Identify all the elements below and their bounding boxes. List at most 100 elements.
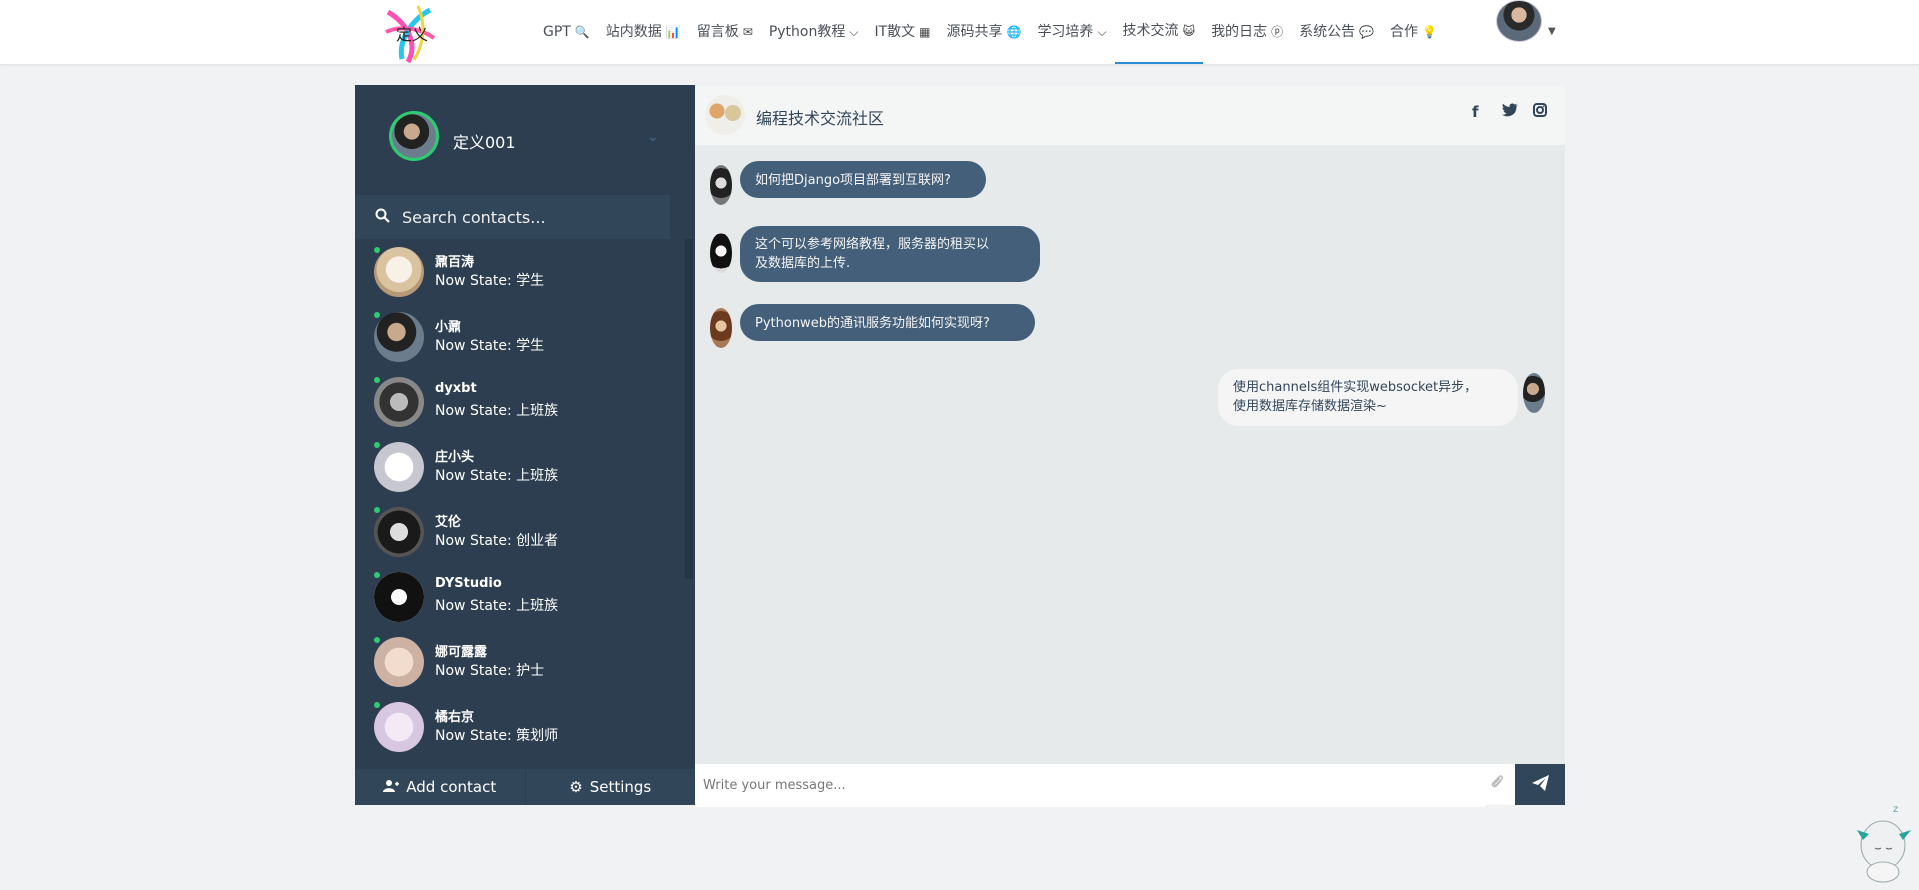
logo-text: 定义 bbox=[396, 25, 428, 44]
profile-name: 定义001 bbox=[453, 133, 516, 152]
chat-frame: 定义001 ⌄ 鼐百涛 Now State: 学生 小鼐 Now State: … bbox=[355, 85, 1565, 807]
contact-item[interactable]: 小鼐 Now State: 学生 bbox=[355, 304, 695, 369]
contact-avatar bbox=[374, 312, 424, 362]
contact-name: DYStudio bbox=[435, 576, 502, 591]
chevron-down-icon[interactable]: ⌄ bbox=[647, 129, 659, 145]
chat-avatar bbox=[705, 95, 745, 135]
profile-avatar[interactable] bbox=[389, 111, 439, 161]
contact-avatar bbox=[374, 442, 424, 492]
contact-item[interactable]: DYStudio Now State: 上班族 bbox=[355, 564, 695, 629]
online-status-dot bbox=[374, 247, 380, 253]
instagram-icon[interactable] bbox=[1533, 103, 1547, 121]
nav-label: 源码共享 bbox=[946, 24, 1003, 40]
online-status-dot bbox=[374, 572, 380, 578]
contact-item[interactable]: 鼐百涛 Now State: 学生 bbox=[355, 239, 695, 304]
online-status-dot bbox=[374, 702, 380, 708]
message-line: 使用channels组件实现websocket异步， bbox=[1233, 380, 1478, 395]
contact-avatar bbox=[374, 572, 424, 622]
nav-item-my-log[interactable]: 我的日志 ⓟ bbox=[1203, 0, 1291, 64]
paperclip-icon[interactable] bbox=[1490, 774, 1504, 794]
contact-search bbox=[355, 195, 670, 239]
message-bubble: 使用channels组件实现websocket异步， 使用数据库存储数据渲染~ bbox=[1218, 369, 1518, 426]
contact-state: Now State: 学生 bbox=[435, 273, 545, 289]
contact-list: 鼐百涛 Now State: 学生 小鼐 Now State: 学生 dyxbt… bbox=[355, 239, 695, 761]
message-line: 及数据库的上传. bbox=[755, 256, 851, 271]
contact-state: Now State: 策划师 bbox=[435, 728, 559, 744]
caret-down-icon[interactable]: ▼ bbox=[1548, 26, 1556, 37]
nav-label: 留言板 bbox=[696, 24, 739, 40]
nav-item-guestbook[interactable]: 留言板 ✉ bbox=[689, 0, 761, 64]
github-cat-icon: 😺 bbox=[1182, 24, 1196, 38]
message-list: 如何把Django项目部署到互联网? 这个可以参考网络教程，服务器的租买以 及数… bbox=[695, 145, 1565, 765]
contact-item[interactable]: 娜可露露 Now State: 护士 bbox=[355, 629, 695, 694]
contact-avatar bbox=[374, 637, 424, 687]
contact-name: 娜可露露 bbox=[435, 645, 488, 660]
contact-item[interactable]: 庄小头 Now State: 上班族 bbox=[355, 434, 695, 499]
contact-name: 庄小头 bbox=[435, 450, 475, 465]
contact-state: Now State: 护士 bbox=[435, 663, 545, 679]
message-composer bbox=[695, 764, 1565, 807]
message-avatar bbox=[1523, 373, 1545, 413]
add-contact-label: Add contact bbox=[406, 778, 497, 796]
nav-label: 合作 bbox=[1390, 24, 1419, 40]
sidebar: 定义001 ⌄ 鼐百涛 Now State: 学生 小鼐 Now State: … bbox=[355, 85, 695, 805]
nav-item-cooperation[interactable]: 合作 💡 bbox=[1382, 0, 1445, 64]
contact-name: dyxbt bbox=[435, 381, 477, 396]
message-avatar bbox=[710, 308, 732, 348]
nav-item-source-share[interactable]: 源码共享 🌐 bbox=[938, 0, 1029, 64]
contact-avatar bbox=[374, 702, 424, 752]
contact-state: Now State: 上班族 bbox=[435, 403, 559, 419]
nav-label: IT散文 bbox=[874, 24, 916, 40]
nav-item-learning[interactable]: 学习培养 ⌵ bbox=[1029, 0, 1114, 64]
nav-label: 学习培养 bbox=[1037, 24, 1094, 40]
online-status-dot bbox=[374, 312, 380, 318]
settings-button[interactable]: ⚙ Settings bbox=[526, 769, 696, 805]
send-button[interactable] bbox=[1515, 764, 1565, 805]
settings-label: Settings bbox=[589, 778, 652, 796]
nav-item-gpt[interactable]: GPT 🔍 bbox=[535, 0, 598, 64]
site-logo[interactable]: 定义 bbox=[378, 4, 442, 64]
contact-avatar bbox=[374, 507, 424, 557]
contact-item[interactable]: 橘右京 Now State: 策划师 bbox=[355, 694, 695, 759]
contact-item[interactable]: 艾伦 Now State: 创业者 bbox=[355, 499, 695, 564]
add-contact-button[interactable]: Add contact bbox=[355, 769, 526, 805]
nav-item-python-tutorial[interactable]: Python教程 ⌵ bbox=[761, 0, 867, 64]
message-avatar bbox=[710, 165, 732, 205]
contact-name: 鼐百涛 bbox=[435, 255, 475, 270]
online-status-dot bbox=[374, 442, 380, 448]
contact-state: Now State: 上班族 bbox=[435, 598, 559, 614]
nav-label: 站内数据 bbox=[605, 24, 662, 40]
nav-item-announcement[interactable]: 系统公告 💬 bbox=[1291, 0, 1382, 64]
message-bubble: 如何把Django项目部署到互联网? bbox=[740, 161, 986, 198]
main-nav: GPT 🔍 站内数据 📊 留言板 ✉ Python教程 ⌵ IT散文 ▦ 源码共享 🌐 学习… bbox=[535, 0, 1445, 64]
nav-item-site-data[interactable]: 站内数据 📊 bbox=[598, 0, 689, 64]
nav-label: 我的日志 bbox=[1211, 24, 1268, 40]
message-input[interactable] bbox=[695, 764, 1485, 807]
contact-item[interactable]: dyxbt Now State: 上班族 bbox=[355, 369, 695, 434]
facebook-icon[interactable]: f bbox=[1472, 103, 1479, 121]
twitter-icon[interactable] bbox=[1502, 103, 1518, 121]
sidebar-bottom-bar: Add contact ⚙ Settings bbox=[355, 769, 695, 805]
contact-state: Now State: 学生 bbox=[435, 338, 545, 354]
online-status-dot bbox=[374, 377, 380, 383]
profile: 定义001 ⌄ bbox=[355, 85, 695, 195]
nav-item-it-essay[interactable]: IT散文 ▦ bbox=[866, 0, 938, 64]
pinterest-icon: ⓟ bbox=[1271, 25, 1284, 39]
user-plus-icon bbox=[383, 778, 400, 796]
chat-header: 编程技术交流社区 f bbox=[695, 85, 1565, 145]
online-status-dot bbox=[374, 637, 380, 643]
mascot-image: z bbox=[1855, 800, 1915, 885]
contact-name: 艾伦 bbox=[435, 515, 462, 530]
envelope-icon: ✉ bbox=[742, 25, 753, 39]
lightbulb-icon: 💡 bbox=[1422, 25, 1437, 39]
user-avatar[interactable] bbox=[1496, 0, 1542, 42]
nav-item-tech-exchange[interactable]: 技术交流 😺 bbox=[1114, 0, 1204, 64]
globe-icon: 🌐 bbox=[1006, 25, 1022, 39]
search-input[interactable] bbox=[400, 206, 664, 228]
message-bubble: 这个可以参考网络教程，服务器的租买以 及数据库的上传. bbox=[740, 226, 1040, 282]
chevron-down-icon: ⌵ bbox=[849, 25, 859, 39]
qrcode-icon: ▦ bbox=[919, 25, 931, 39]
contact-name: 橘右京 bbox=[435, 710, 475, 725]
bar-chart-icon: 📊 bbox=[665, 25, 681, 39]
chat-content: 编程技术交流社区 f 如何把Django项目部署到互联网? 这个可以参考网络教程… bbox=[695, 85, 1565, 807]
